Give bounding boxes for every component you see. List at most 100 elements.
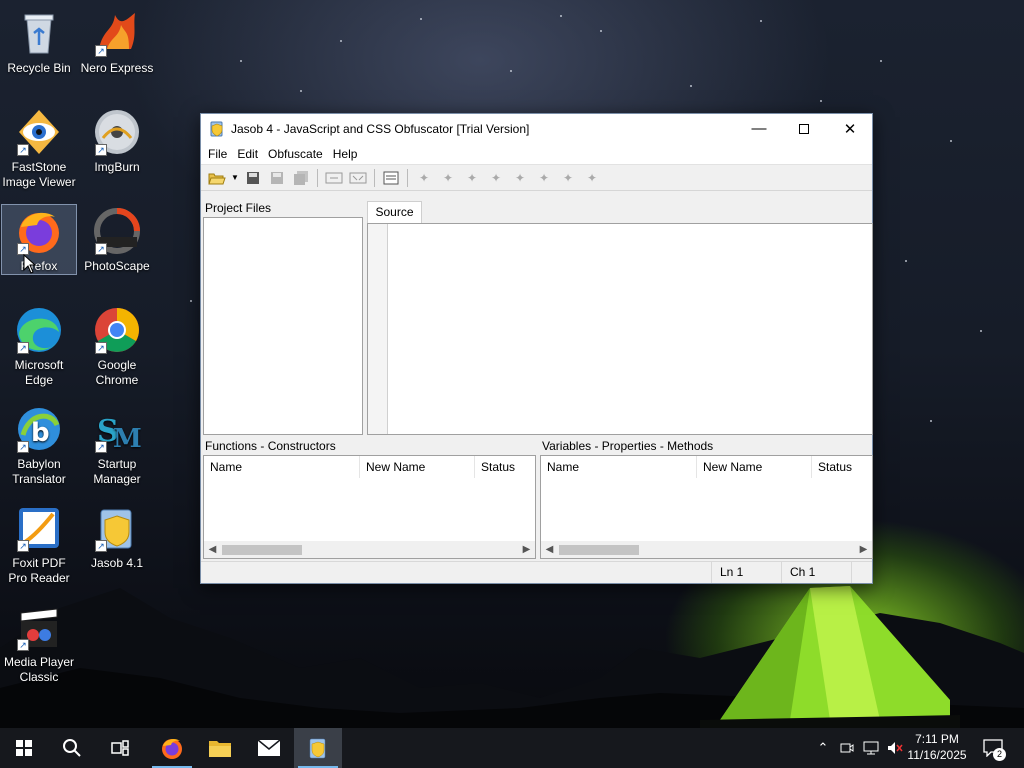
clock-time: 7:11 PM xyxy=(915,732,959,746)
obfuscate-action-2-button[interactable]: ✦ xyxy=(436,167,460,189)
source-editor[interactable] xyxy=(367,223,873,435)
obfuscate-action-4-button[interactable]: ✦ xyxy=(484,167,508,189)
jasob-window[interactable]: Jasob 4 - JavaScript and CSS Obfuscator … xyxy=(200,113,873,584)
variables-list[interactable]: Name New Name Status ◀ ▶ xyxy=(540,455,873,559)
jasob-app-icon xyxy=(210,121,223,136)
scroll-right-icon[interactable]: ▶ xyxy=(518,541,535,558)
properties-button[interactable] xyxy=(379,167,403,189)
notification-center-button[interactable]: 2 xyxy=(976,728,1010,768)
shortcut-arrow-icon: ↗ xyxy=(17,342,29,354)
project-files-tree[interactable] xyxy=(203,217,363,435)
obfuscate-action-6-button[interactable]: ✦ xyxy=(532,167,556,189)
obfuscate-action-8-button[interactable]: ✦ xyxy=(580,167,604,189)
add-file-icon xyxy=(325,172,343,183)
obfuscate-action-5-button[interactable]: ✦ xyxy=(508,167,532,189)
desktop-icon-nero-express[interactable]: ↗ Nero Express xyxy=(79,6,155,77)
open-dropdown-button[interactable]: ▼ xyxy=(229,167,241,189)
minimize-button[interactable]: — xyxy=(736,114,782,143)
toolbar-separator xyxy=(407,168,408,187)
menu-edit[interactable]: Edit xyxy=(232,143,263,165)
taskbar-file-explorer[interactable] xyxy=(196,728,244,768)
toolbar-separator xyxy=(317,168,318,187)
save-as-button[interactable] xyxy=(265,167,289,189)
scroll-thumb[interactable] xyxy=(222,545,302,555)
taskbar-firefox[interactable] xyxy=(148,728,196,768)
svg-text:M: M xyxy=(113,424,141,453)
recycle-bin-icon xyxy=(15,9,63,57)
show-hidden-icons-button[interactable]: ⌃ xyxy=(812,728,834,768)
desktop-icon-chrome[interactable]: ↗ Google Chrome xyxy=(79,303,155,389)
desktop-icon-label: Firefox xyxy=(20,259,58,273)
obfuscate-action-7-button[interactable]: ✦ xyxy=(556,167,580,189)
tray-network-button[interactable] xyxy=(860,728,882,768)
shortcut-arrow-icon: ↗ xyxy=(95,540,107,552)
menu-obfuscate[interactable]: Obfuscate xyxy=(263,143,328,165)
desktop-icon-imgburn[interactable]: ↗ ImgBurn xyxy=(79,105,155,176)
desktop-icon-startup-manager[interactable]: SM ↗ Startup Manager xyxy=(79,402,155,488)
save-all-button[interactable] xyxy=(289,167,313,189)
desktop-icon-media-player-classic[interactable]: ↗ Media Player Classic xyxy=(1,600,77,686)
scroll-left-icon[interactable]: ◀ xyxy=(204,541,221,558)
maximize-icon xyxy=(799,123,809,134)
column-header-new-name[interactable]: New Name xyxy=(697,456,812,478)
babylon-icon: b ↗ xyxy=(15,405,63,453)
desktop-icon-babylon[interactable]: b ↗ Babylon Translator xyxy=(1,402,77,488)
functions-hscrollbar[interactable]: ◀ ▶ xyxy=(204,541,535,558)
taskbar-mail[interactable] xyxy=(245,728,293,768)
tab-source[interactable]: Source xyxy=(367,201,422,223)
column-header-name[interactable]: Name xyxy=(541,456,697,478)
open-project-button[interactable] xyxy=(205,167,229,189)
taskbar: ⌃ 7:11 PM 11/16/2025 2 xyxy=(0,728,1024,768)
system-clock[interactable]: 7:11 PM 11/16/2025 xyxy=(902,731,972,763)
start-button[interactable] xyxy=(0,728,48,768)
column-header-name[interactable]: Name xyxy=(204,456,360,478)
close-button[interactable]: ✕ xyxy=(827,114,873,143)
taskbar-jasob[interactable] xyxy=(294,728,342,768)
title-bar[interactable]: Jasob 4 - JavaScript and CSS Obfuscator … xyxy=(201,114,872,143)
firefox-icon xyxy=(162,738,182,759)
desktop-icon-recycle-bin[interactable]: Recycle Bin xyxy=(1,6,77,77)
scroll-left-icon[interactable]: ◀ xyxy=(541,541,558,558)
scroll-thumb[interactable] xyxy=(559,545,639,555)
tray-meet-button[interactable] xyxy=(836,728,858,768)
desktop-icon-edge[interactable]: ↗ Microsoft Edge xyxy=(1,303,77,389)
jasob-scroll-icon xyxy=(309,738,326,759)
column-header-new-name[interactable]: New Name xyxy=(360,456,475,478)
obfuscate-action-1-button[interactable]: ✦ xyxy=(412,167,436,189)
column-header-status[interactable]: Status xyxy=(812,456,872,478)
column-header-status[interactable]: Status xyxy=(475,456,535,478)
search-button[interactable] xyxy=(48,728,96,768)
variables-label: Variables - Properties - Methods xyxy=(542,439,714,453)
desktop-icon-foxit[interactable]: ↗ Foxit PDF Pro Reader xyxy=(1,501,77,587)
menu-file[interactable]: File xyxy=(203,143,232,165)
eye-icon: ↗ xyxy=(15,108,63,156)
variables-hscrollbar[interactable]: ◀ ▶ xyxy=(541,541,872,558)
wand-icon: ✦ xyxy=(418,170,430,185)
remove-file-button[interactable] xyxy=(346,167,370,189)
functions-list[interactable]: Name New Name Status ◀ ▶ xyxy=(203,455,536,559)
desktop-icon-label: PhotoScape xyxy=(84,259,150,273)
wand-icon: ✦ xyxy=(490,170,502,185)
maximize-button[interactable] xyxy=(781,114,827,143)
shortcut-arrow-icon: ↗ xyxy=(95,441,107,453)
variables-header: Name New Name Status xyxy=(541,456,872,478)
add-file-button[interactable] xyxy=(322,167,346,189)
search-icon xyxy=(63,739,81,757)
desktop-icon-faststone[interactable]: ↗ FastStone Image Viewer xyxy=(1,105,77,191)
project-files-label: Project Files xyxy=(205,201,272,215)
obfuscate-action-3-button[interactable]: ✦ xyxy=(460,167,484,189)
menu-help[interactable]: Help xyxy=(328,143,363,165)
desktop-icon-firefox[interactable]: ↗ Firefox xyxy=(1,204,77,275)
photoscape-icon: ↗ xyxy=(93,207,141,255)
shortcut-arrow-icon: ↗ xyxy=(95,342,107,354)
save-button[interactable] xyxy=(241,167,265,189)
desktop-icon-jasob[interactable]: ↗ Jasob 4.1 xyxy=(79,501,155,572)
scroll-right-icon[interactable]: ▶ xyxy=(855,541,872,558)
status-column: Ch 1 xyxy=(781,562,851,583)
resize-grip-icon[interactable] xyxy=(851,562,871,583)
task-view-button[interactable] xyxy=(96,728,144,768)
status-bar: Ln 1 Ch 1 xyxy=(201,561,872,583)
volume-muted-icon xyxy=(888,742,903,754)
desktop-icon-photoscape[interactable]: ↗ PhotoScape xyxy=(79,204,155,275)
line-gutter xyxy=(368,224,388,434)
